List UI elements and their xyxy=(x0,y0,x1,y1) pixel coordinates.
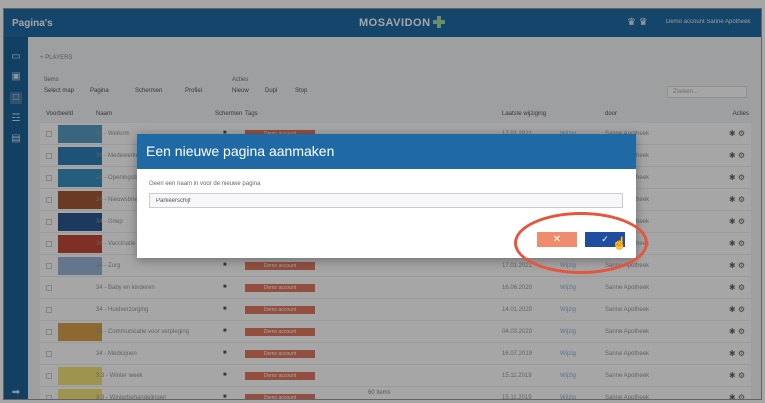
dialog-field-label: Geen een naam in voor de nieuwe pagina xyxy=(149,181,261,187)
mouse-cursor-icon: ☝ xyxy=(612,236,627,250)
page-name-input[interactable] xyxy=(149,193,623,208)
highlight-annotation xyxy=(514,212,648,274)
dialog-title: Een nieuwe pagina aanmaken xyxy=(137,134,636,169)
